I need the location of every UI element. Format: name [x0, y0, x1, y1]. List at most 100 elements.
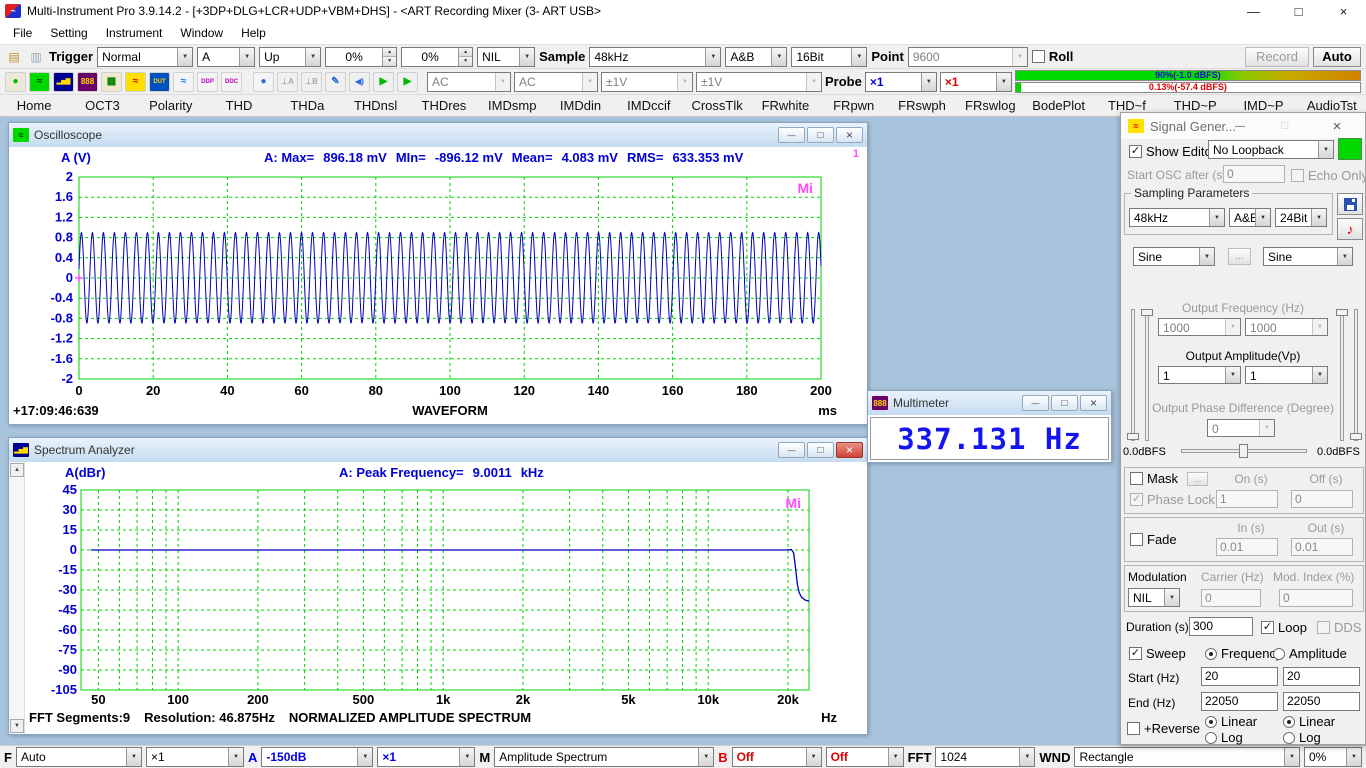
frequency-zoom-select[interactable]: ×1 [146, 747, 244, 767]
sg-bits-select[interactable]: 24Bit [1275, 208, 1327, 227]
roll-checkbox[interactable]: Roll [1032, 49, 1074, 64]
modulation-type-select[interactable]: NIL [1128, 588, 1180, 607]
menu-instrument[interactable]: Instrument [97, 26, 172, 40]
window-function-select[interactable]: Rectangle [1074, 747, 1300, 767]
ground-b-icon[interactable]: ⊥B [301, 72, 322, 92]
sweep-start-b-field[interactable]: 20 [1283, 667, 1360, 686]
spectrum-3d-icon[interactable]: ▦ [101, 72, 122, 92]
loop-checkbox[interactable]: Loop [1261, 620, 1307, 635]
tab-frpwn[interactable]: FRpwn [820, 95, 888, 116]
trigger-source-select[interactable]: A [197, 47, 255, 67]
sweep-end-b-field[interactable]: 22050 [1283, 692, 1360, 711]
b-mode-select[interactable]: Off [826, 747, 904, 767]
tab-frswph[interactable]: FRswph [888, 95, 956, 116]
tab-thdres[interactable]: THDres [410, 95, 478, 116]
menu-setting[interactable]: Setting [41, 26, 96, 40]
close-button[interactable] [1080, 395, 1107, 411]
waveform-a-select[interactable]: Sine [1133, 247, 1215, 266]
sg-rate-select[interactable]: 48kHz [1129, 208, 1225, 227]
minimize-button[interactable]: — [1231, 0, 1276, 22]
minimize-button[interactable] [778, 442, 805, 458]
tab-thda[interactable]: THDa [273, 95, 341, 116]
close-button[interactable] [836, 127, 863, 143]
close-button[interactable]: × [1321, 0, 1366, 22]
a-zoom-select[interactable]: ×1 [377, 747, 475, 767]
duration-field[interactable]: 300 [1189, 617, 1253, 636]
tab-thd[interactable]: THD [205, 95, 273, 116]
tab-polarity[interactable]: Polarity [137, 95, 205, 116]
mask-checkbox[interactable]: Mask [1130, 471, 1178, 486]
sampling-channels-select[interactable]: A&B [725, 47, 787, 67]
b-range-select[interactable]: Off [732, 747, 822, 767]
tab-imdccif[interactable]: IMDccif [615, 95, 683, 116]
pretrigger-select[interactable]: NIL [477, 47, 535, 67]
tab-frswlog[interactable]: FRswlog [956, 95, 1024, 116]
loopback-select[interactable]: No Loopback [1208, 140, 1334, 159]
oscilloscope-titlebar[interactable]: ≈ Oscilloscope [9, 123, 867, 147]
multimeter-icon[interactable]: 888 [77, 72, 98, 92]
sweep-log-a-radio[interactable]: Log [1205, 730, 1243, 745]
amplitude-slider-b[interactable] [1340, 309, 1344, 441]
minimize-button[interactable] [778, 127, 805, 143]
slider-handle[interactable] [1141, 309, 1153, 316]
tab-bodeplot[interactable]: BodePlot [1024, 95, 1092, 116]
slider-handle[interactable] [1350, 433, 1362, 440]
probe-calibration-icon[interactable]: ✎ [325, 72, 346, 92]
overlap-select[interactable]: 0% [1304, 747, 1362, 767]
amplitude-a-select[interactable]: 1 [1158, 366, 1241, 384]
amplitude-slider-a-outer[interactable] [1131, 309, 1135, 441]
probe-a-select[interactable]: ×1 [865, 72, 937, 92]
sg-channels-select[interactable]: A&B [1229, 208, 1271, 227]
tab-thdnsl[interactable]: THDnsl [341, 95, 409, 116]
probe-b-select[interactable]: ×1 [940, 72, 1012, 92]
signal-generator-icon[interactable]: ≈ [125, 72, 146, 92]
run-icon[interactable]: ● [5, 72, 26, 92]
spectrum-scrollbar[interactable] [9, 462, 25, 734]
trigger-delay-spinner[interactable]: 0% [401, 47, 473, 67]
lamp-icon[interactable]: ● [253, 72, 274, 92]
derived-data-icon[interactable]: ≈ [173, 72, 194, 92]
sweep-log-b-radio[interactable]: Log [1283, 730, 1321, 745]
sweep-checkbox[interactable]: Sweep [1129, 646, 1186, 661]
music-note-button[interactable]: ♪ [1337, 218, 1363, 240]
scroll-down-icon[interactable] [10, 719, 24, 733]
multimeter-titlebar[interactable]: 888 Multimeter [868, 391, 1111, 415]
spectrum-titlebar[interactable]: ▂▅▇ Spectrum Analyzer [9, 438, 867, 462]
amplitude-slider-a[interactable] [1145, 309, 1149, 441]
restore-button[interactable] [807, 127, 834, 143]
amplitude-b-select[interactable]: 1 [1245, 366, 1328, 384]
trigger-level-spinner[interactable]: 0% [325, 47, 397, 67]
output-indicator-button[interactable] [1338, 138, 1362, 160]
ddc-icon[interactable]: DDC [221, 72, 242, 92]
play-loop-icon[interactable]: ▶ [397, 72, 418, 92]
sweep-linear-b-radio[interactable]: Linear [1283, 714, 1335, 729]
tab-imdsmp[interactable]: IMDsmp [478, 95, 546, 116]
frequency-axis-select[interactable]: Auto [16, 747, 142, 767]
display-mode-select[interactable]: Amplitude Spectrum [494, 747, 714, 767]
tab-imddin[interactable]: IMDdin [546, 95, 614, 116]
waveform-b-select[interactable]: Sine [1263, 247, 1353, 266]
fade-checkbox[interactable]: Fade [1130, 532, 1177, 547]
sweep-start-a-field[interactable]: 20 [1201, 667, 1278, 686]
dut-icon[interactable]: DUT [149, 72, 170, 92]
close-button[interactable] [836, 442, 863, 458]
scroll-up-icon[interactable] [10, 463, 24, 477]
tab-crosstlk[interactable]: CrossTlk [683, 95, 751, 116]
auto-button[interactable]: Auto [1313, 47, 1361, 67]
tab-frwhite[interactable]: FRwhite [751, 95, 819, 116]
save-signal-button[interactable] [1337, 193, 1363, 215]
show-editor-checkbox[interactable]: Show Editor [1129, 144, 1216, 159]
restore-button[interactable] [1051, 395, 1078, 411]
tab-home[interactable]: Home [0, 95, 68, 116]
sampling-bits-select[interactable]: 16Bit [791, 47, 867, 67]
sweep-frequency-radio[interactable]: Frequency [1205, 646, 1282, 661]
open-icon[interactable]: ▤ [5, 49, 23, 65]
save-icon[interactable]: ▥ [27, 49, 45, 65]
menu-help[interactable]: Help [232, 26, 275, 40]
maximize-button[interactable]: □ [1276, 0, 1321, 22]
reverse-checkbox[interactable]: +Reverse [1127, 721, 1200, 736]
trigger-edge-select[interactable]: Up [259, 47, 321, 67]
spectrum-analyzer-icon[interactable]: ▂▅▇ [53, 72, 74, 92]
menu-file[interactable]: File [4, 26, 41, 40]
amplitude-slider-b-outer[interactable] [1354, 309, 1358, 441]
